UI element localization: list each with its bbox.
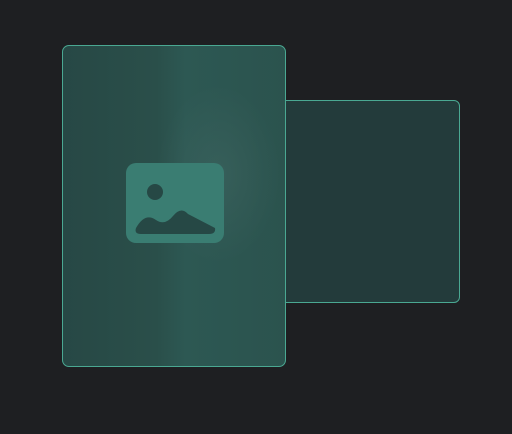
front-card xyxy=(62,45,286,367)
back-card xyxy=(270,100,460,303)
image-placeholder-icon xyxy=(126,163,224,243)
placeholder-canvas xyxy=(0,0,512,434)
